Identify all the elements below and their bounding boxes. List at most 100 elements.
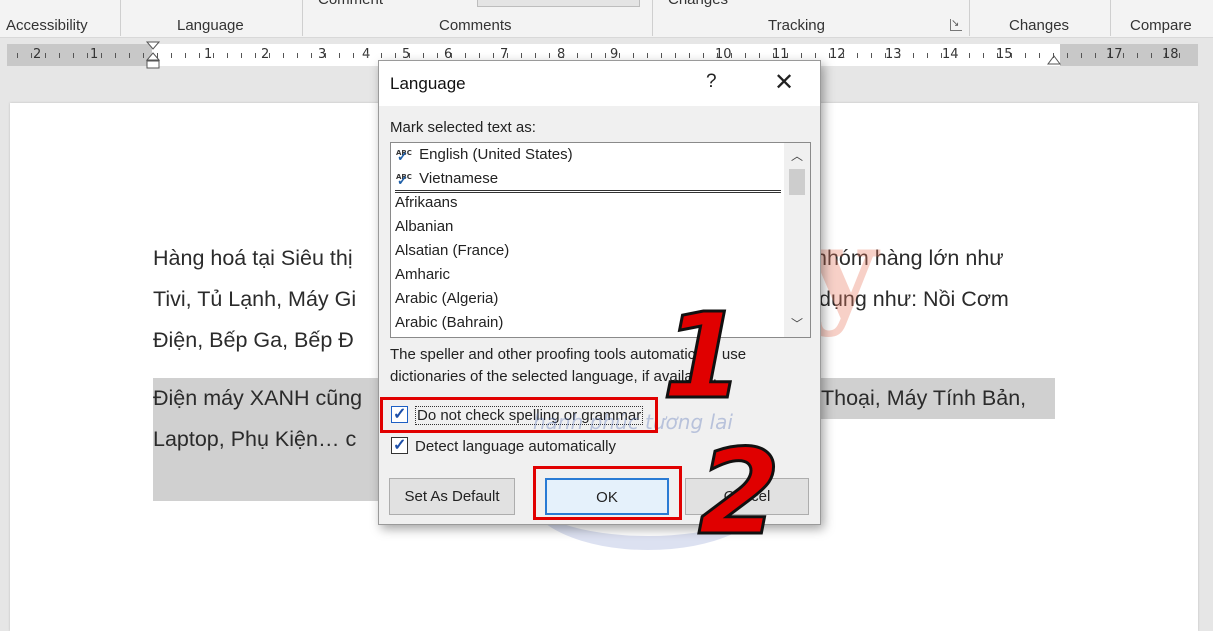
ribbon-separator <box>969 0 970 36</box>
indent-marker-icon[interactable] <box>145 40 161 72</box>
ruler-tick <box>157 53 158 58</box>
ruler-tick <box>871 53 872 58</box>
scroll-down-icon[interactable]: ﹀ <box>784 313 810 335</box>
ruler-tick <box>199 53 200 58</box>
ruler-tick <box>129 53 130 58</box>
close-icon[interactable]: ✕ <box>774 68 794 97</box>
ruler-tick <box>605 53 606 58</box>
ribbon-button-frame[interactable] <box>477 0 640 7</box>
list-item[interactable]: ABC ✓ English (United States) <box>395 143 573 167</box>
ruler-tick <box>143 53 144 58</box>
ruler-tick <box>17 53 18 58</box>
ruler-tick <box>675 53 676 58</box>
ribbon-separator <box>302 0 303 36</box>
list-item[interactable]: Arabic (Bahrain) <box>395 311 503 335</box>
right-indent-marker-icon[interactable] <box>1046 54 1062 68</box>
list-item[interactable]: Albanian <box>395 215 453 239</box>
ruler-tick <box>857 53 858 58</box>
detect-language-checkbox[interactable]: Detect language automatically <box>391 435 616 455</box>
ruler-tick <box>1053 53 1054 58</box>
language-dialog: Language ? ✕ Mark selected text as: ABC ✓… <box>378 60 821 525</box>
ruler-tick <box>745 53 746 58</box>
highlighted-text: Laptop, Phụ Kiện… c <box>153 419 393 460</box>
ruler-tick <box>1067 53 1068 58</box>
list-item[interactable]: ABC ✓ Vietnamese <box>395 167 498 191</box>
text-fragment: Điện máy XANH cũng <box>153 386 363 410</box>
ruler-tick <box>997 53 998 58</box>
ruler-tick <box>367 53 368 58</box>
ruler-tick <box>1095 53 1096 58</box>
checkbox-checked-icon[interactable] <box>391 404 408 424</box>
ruler-tick <box>1123 53 1124 58</box>
text-fragment: Thoại, Máy Tính Bản, <box>821 386 1027 410</box>
list-item[interactable]: Alsatian (France) <box>395 239 509 263</box>
ruler-tick <box>227 53 228 58</box>
do-not-check-spelling-checkbox[interactable]: Do not check spelling or grammar <box>391 404 644 425</box>
scroll-up-icon[interactable]: ︿ <box>784 145 810 167</box>
ruler-tick <box>241 53 242 58</box>
ruler-tick <box>1179 53 1180 58</box>
ruler-tick <box>759 53 760 58</box>
ruler-tick <box>283 53 284 58</box>
ruler-tick <box>689 53 690 58</box>
ruler-number: 14 <box>942 47 959 62</box>
ribbon: Comment Changes Accessibility Language C… <box>0 0 1213 38</box>
ribbon-group-accessibility: Accessibility <box>6 17 88 34</box>
ruler-tick <box>941 53 942 58</box>
listbox-scrollbar[interactable]: ︿ ﹀ <box>784 143 810 337</box>
ruler-tick <box>45 53 46 58</box>
ruler-tick <box>325 53 326 58</box>
text-fragment: nhóm hàng lớn như <box>815 246 1004 270</box>
ruler-tick <box>1011 53 1012 58</box>
ruler-tick <box>437 53 438 58</box>
text-fragment: dụng như: Nồi Cơm <box>819 287 1009 311</box>
dialog-titlebar[interactable]: Language ? ✕ <box>379 61 820 106</box>
ruler-tick <box>423 53 424 58</box>
ruler-tick <box>563 53 564 58</box>
list-item-label: English (United States) <box>419 146 573 163</box>
list-item[interactable]: Arabic (Algeria) <box>395 287 498 311</box>
ruler-tick <box>1081 53 1082 58</box>
ribbon-comment-button[interactable]: Comment <box>318 0 383 8</box>
ruler-tick <box>1039 53 1040 58</box>
ribbon-group-language: Language <box>177 17 244 34</box>
language-listbox[interactable]: ABC ✓ English (United States) ABC ✓ Vietna… <box>390 142 811 338</box>
ruler-tick <box>801 53 802 58</box>
list-item[interactable]: Amharic <box>395 263 450 287</box>
set-as-default-button[interactable]: Set As Default <box>389 478 515 515</box>
ruler-tick <box>115 53 116 58</box>
ruler-tick <box>969 53 970 58</box>
scroll-thumb[interactable] <box>789 169 805 195</box>
highlighted-blank-line <box>153 460 393 501</box>
ruler-tick <box>983 53 984 58</box>
ruler-tick <box>787 53 788 58</box>
list-item[interactable]: Afrikaans <box>395 191 458 215</box>
ruler-tick <box>1137 53 1138 58</box>
ruler-tick <box>535 53 536 58</box>
ruler-number: 1 <box>90 47 99 62</box>
ruler-tick <box>927 53 928 58</box>
ruler-tick <box>549 53 550 58</box>
cancel-button[interactable]: Cancel <box>685 478 809 515</box>
ribbon-changes-button[interactable]: Changes <box>668 0 728 8</box>
ruler-tick <box>507 53 508 58</box>
ruler-tick <box>59 53 60 58</box>
ruler-tick <box>577 53 578 58</box>
ribbon-group-compare: Compare <box>1130 17 1192 34</box>
ruler-tick <box>1109 53 1110 58</box>
ruler-tick <box>213 53 214 58</box>
ribbon-separator <box>652 0 653 36</box>
ok-button[interactable]: OK <box>545 478 669 515</box>
tracking-dialog-launcher-icon[interactable]: ↘ <box>950 19 962 31</box>
text-fragment: Laptop, Phụ Kiện… c <box>153 427 357 451</box>
ruler-tick <box>731 53 732 58</box>
checkbox-checked-icon[interactable] <box>391 435 408 455</box>
ruler-tick <box>661 53 662 58</box>
ruler-tick <box>521 53 522 58</box>
ruler-tick <box>955 53 956 58</box>
ruler-tick <box>633 53 634 58</box>
dialog-title: Language <box>390 74 466 93</box>
ruler-tick <box>409 53 410 58</box>
help-icon[interactable]: ? <box>706 71 717 93</box>
ruler-tick <box>493 53 494 58</box>
